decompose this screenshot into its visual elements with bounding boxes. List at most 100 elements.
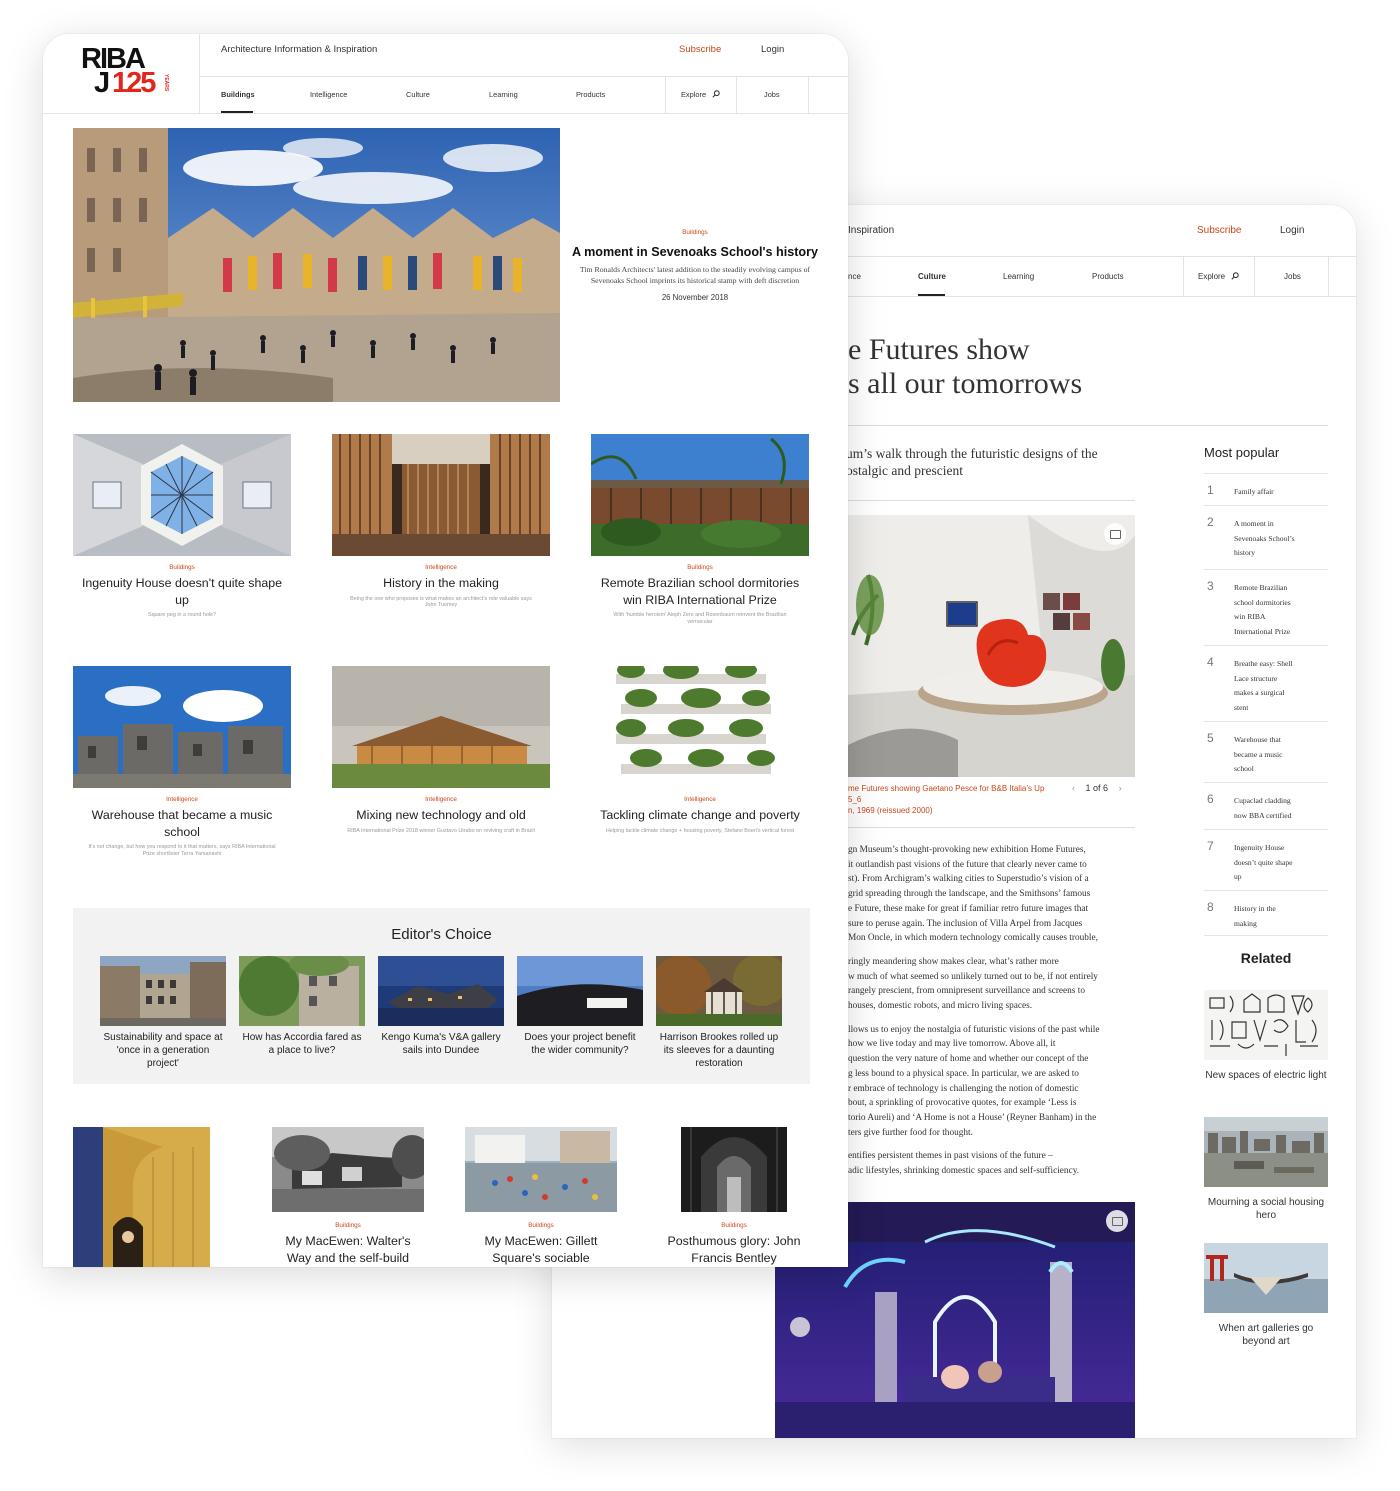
article-card[interactable]: Buildings My MacEwen: Walter's Way and t… bbox=[272, 1127, 424, 1266]
most-popular-item[interactable]: 7 Ingenuity House doesn’t quite shape up bbox=[1204, 829, 1328, 890]
chevron-left-icon[interactable]: ‹ bbox=[1072, 783, 1075, 793]
hero-date: 26 November 2018 bbox=[661, 293, 729, 302]
card-category[interactable]: Intelligence bbox=[73, 796, 291, 803]
nav-item-buildings[interactable]: Buildings bbox=[221, 90, 255, 99]
editors-choice-item[interactable]: How has Accordia fared as a place to liv… bbox=[239, 956, 365, 1057]
header-divider bbox=[199, 34, 200, 114]
card-category[interactable]: Buildings bbox=[73, 564, 291, 571]
article-card[interactable]: Intelligence Tackling climate change and… bbox=[591, 666, 809, 834]
most-popular-item[interactable]: 1 Family affair bbox=[1204, 473, 1328, 505]
related-item[interactable]: When art galleries go beyond art bbox=[1204, 1243, 1328, 1348]
card-title[interactable]: Mixing new technology and old bbox=[332, 807, 550, 824]
related-title-text: New spaces of electric light bbox=[1205, 1070, 1327, 1081]
hero-title[interactable]: A moment in Sevenoaks School's history bbox=[570, 245, 820, 259]
editors-choice-title: Editor's Choice bbox=[391, 926, 492, 943]
nav-item-culture[interactable]: Culture bbox=[406, 90, 430, 99]
most-popular-item[interactable]: 2 A moment in Sevenoaks School’s history bbox=[1204, 505, 1328, 569]
nav-item-culture[interactable]: Culture bbox=[918, 272, 946, 281]
nav-item-products[interactable]: Products bbox=[1092, 272, 1124, 281]
most-popular-item[interactable]: 4 Breathe easy: Shell Lace structure mak… bbox=[1204, 645, 1328, 721]
chevron-right-icon[interactable]: › bbox=[1119, 783, 1122, 793]
related-thumb bbox=[1204, 990, 1328, 1060]
timber-pavilion-photo bbox=[332, 666, 550, 788]
card-category[interactable]: Intelligence bbox=[332, 564, 550, 571]
nav-divider bbox=[808, 76, 809, 114]
card-title[interactable]: Tackling climate change and poverty bbox=[591, 807, 809, 824]
card-subtitle: Square peg in a round hole? bbox=[147, 612, 217, 618]
related-item[interactable]: New spaces of electric light bbox=[1204, 990, 1328, 1082]
mp-line: history bbox=[1234, 548, 1256, 558]
editors-choice-item[interactable]: Kengo Kuma's V&A gallery sails into Dund… bbox=[378, 956, 504, 1057]
card-title[interactable]: Ingenuity House doesn't quite shape up bbox=[73, 575, 291, 608]
card-category[interactable]: Buildings bbox=[591, 564, 809, 571]
article-card[interactable]: Intelligence Mixing new technology and o… bbox=[332, 666, 550, 834]
editors-choice-item[interactable]: Sustainability and space at 'once in a g… bbox=[100, 956, 226, 1070]
card-category[interactable]: Buildings bbox=[465, 1222, 617, 1229]
ed-thumb bbox=[239, 956, 365, 1026]
nav-item-intelligence[interactable]: nce bbox=[848, 272, 861, 281]
card-title[interactable]: Remote Brazilian school dormitories win … bbox=[591, 575, 809, 608]
explore-label: Explore bbox=[681, 90, 707, 99]
body-line: adic lifestyles, shrinking domestic spac… bbox=[848, 1166, 1080, 1177]
nav-item-products[interactable]: Products bbox=[576, 90, 605, 99]
login-link[interactable]: Login bbox=[761, 44, 784, 55]
mp-line: International Prize bbox=[1234, 626, 1291, 636]
related-item[interactable]: Mourning a social housing hero bbox=[1204, 1117, 1328, 1222]
card-category[interactable]: Intelligence bbox=[332, 796, 550, 803]
nav-item-jobs[interactable]: Jobs bbox=[764, 90, 780, 99]
login-link[interactable]: Login bbox=[1280, 225, 1304, 236]
card-category[interactable]: Intelligence bbox=[591, 796, 809, 803]
card-title[interactable]: Warehouse that became a music school bbox=[73, 807, 291, 840]
card-category[interactable]: Buildings bbox=[658, 1222, 810, 1229]
subscribe-link[interactable]: Subscribe bbox=[1197, 225, 1241, 236]
ed-title: Sustainability and space at 'once in a g… bbox=[103, 1032, 223, 1069]
nav-divider bbox=[1183, 257, 1184, 297]
body-line: it outlandish past visions of the future… bbox=[848, 859, 1087, 870]
gallery-count: 1 of 6 bbox=[1085, 783, 1109, 793]
rank-number: 8 bbox=[1207, 900, 1214, 914]
body-line: rangely prescient, from omnipresent surv… bbox=[848, 986, 1085, 997]
mp-line: Warehouse that bbox=[1234, 735, 1281, 744]
article-card[interactable]: Buildings Remote Brazilian school dormit… bbox=[591, 434, 809, 625]
body-line: sure to peruse again. The inclusion of V… bbox=[848, 918, 1083, 929]
editors-choice-item[interactable]: Does your project benefit the wider comm… bbox=[517, 956, 643, 1057]
card-title[interactable]: My MacEwen: Gillett Square's sociable bbox=[465, 1233, 617, 1266]
restoration-house-image bbox=[656, 956, 782, 1026]
hero-image[interactable] bbox=[73, 128, 560, 402]
mp-line: makes a surgical bbox=[1234, 688, 1285, 698]
nav-item-learning[interactable]: Learning bbox=[489, 90, 518, 99]
article-card[interactable]: Intelligence History in the making Being… bbox=[332, 434, 550, 609]
nav-item-intelligence[interactable]: Intelligence bbox=[310, 90, 347, 99]
nav-item-jobs[interactable]: Jobs bbox=[1284, 272, 1301, 281]
article-card[interactable]: Buildings My MacEwen: Gillett Square's s… bbox=[465, 1127, 617, 1266]
card-category[interactable]: Buildings bbox=[272, 1222, 424, 1229]
ed-thumb bbox=[378, 956, 504, 1026]
nav-item-explore[interactable]: Explore bbox=[1198, 272, 1240, 281]
card-title[interactable]: Posthumous glory: John Francis Bentley bbox=[658, 1233, 810, 1266]
gallery-icon[interactable] bbox=[1106, 1210, 1128, 1232]
article-card[interactable]: Intelligence Warehouse that became a mus… bbox=[73, 666, 291, 857]
hero-category[interactable]: Buildings bbox=[570, 229, 820, 236]
rank-number: 4 bbox=[1207, 655, 1214, 669]
feature-image-arch[interactable] bbox=[73, 1127, 210, 1267]
gallery-icon[interactable] bbox=[1104, 523, 1126, 545]
riba-j-logo[interactable]: RIBA J 125 YEARS bbox=[81, 43, 181, 99]
card-title[interactable]: My MacEwen: Walter's Way and the self-bu… bbox=[272, 1233, 424, 1266]
cathedral-interior-photo bbox=[681, 1127, 787, 1212]
body-line: gn Museum’s thought-provoking new exhibi… bbox=[848, 845, 1086, 855]
most-popular-item[interactable]: 6 Cupaclad cladding now BBA certified bbox=[1204, 782, 1328, 829]
subscribe-link[interactable]: Subscribe bbox=[679, 44, 721, 55]
card-title[interactable]: History in the making bbox=[332, 575, 550, 592]
article-card[interactable]: Buildings Posthumous glory: John Francis… bbox=[658, 1127, 810, 1266]
most-popular-item[interactable]: 3 Remote Brazilian school dormitories wi… bbox=[1204, 569, 1328, 645]
most-popular-item[interactable]: 5 Warehouse that became a music school bbox=[1204, 721, 1328, 782]
nav-item-explore[interactable]: Explore bbox=[681, 90, 720, 99]
nav-item-learning[interactable]: Learning bbox=[1003, 272, 1034, 281]
ed-title: Does your project benefit the wider comm… bbox=[524, 1032, 636, 1056]
editors-choice-item[interactable]: Harrison Brookes rolled up its sleeves f… bbox=[656, 956, 782, 1070]
mp-line: stent bbox=[1234, 702, 1249, 712]
gallery-main-image[interactable] bbox=[848, 515, 1135, 777]
article-card[interactable]: Buildings Ingenuity House doesn't quite … bbox=[73, 434, 291, 619]
most-popular-item[interactable]: 8 History in the making bbox=[1204, 890, 1328, 936]
rank-number: 3 bbox=[1207, 579, 1214, 593]
